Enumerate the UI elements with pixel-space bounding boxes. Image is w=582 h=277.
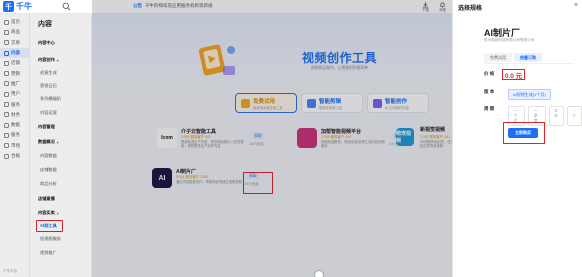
logo-text: 千牛 [16,2,32,11]
page: 千 千牛 公告 千牛阶梯扣及应用服务机构等新规 下载 消息 首页 商品 交易 内容 店铺… [0,0,582,277]
drawer-title: 选择规格 [458,6,483,12]
product-company: 杭州象数科技有限公司有限公司 [484,38,535,42]
overlay-mask[interactable] [92,0,452,277]
period-option[interactable]: 半年 [548,106,564,126]
price-highlight: 0.0 元 [502,69,525,80]
search-icon[interactable] [62,2,71,11]
overlay-mask-left[interactable] [0,14,92,277]
drawer-tab[interactable]: 按量订购 [514,53,542,62]
drawer-divider [484,63,574,64]
buy-now-button[interactable]: 立即购买 [508,128,538,138]
period-label: 周 期 [484,106,495,111]
version-option[interactable]: AI视频生成(1个月) [508,89,551,100]
close-icon[interactable]: × [574,2,578,9]
period-option[interactable]: 一年 [566,106,582,126]
price-label: 价 格 [484,71,495,76]
scroll-top-button[interactable] [314,270,324,277]
app-logo[interactable]: 千 千牛 [3,1,32,12]
drawer-tabs: 免费试用 按量订购 [484,53,542,62]
version-label: 版 本 [484,89,495,94]
logo-mark: 千 [3,1,14,12]
price-value: 0.0 元 [504,72,523,80]
drawer-tab[interactable]: 免费试用 [484,53,512,62]
